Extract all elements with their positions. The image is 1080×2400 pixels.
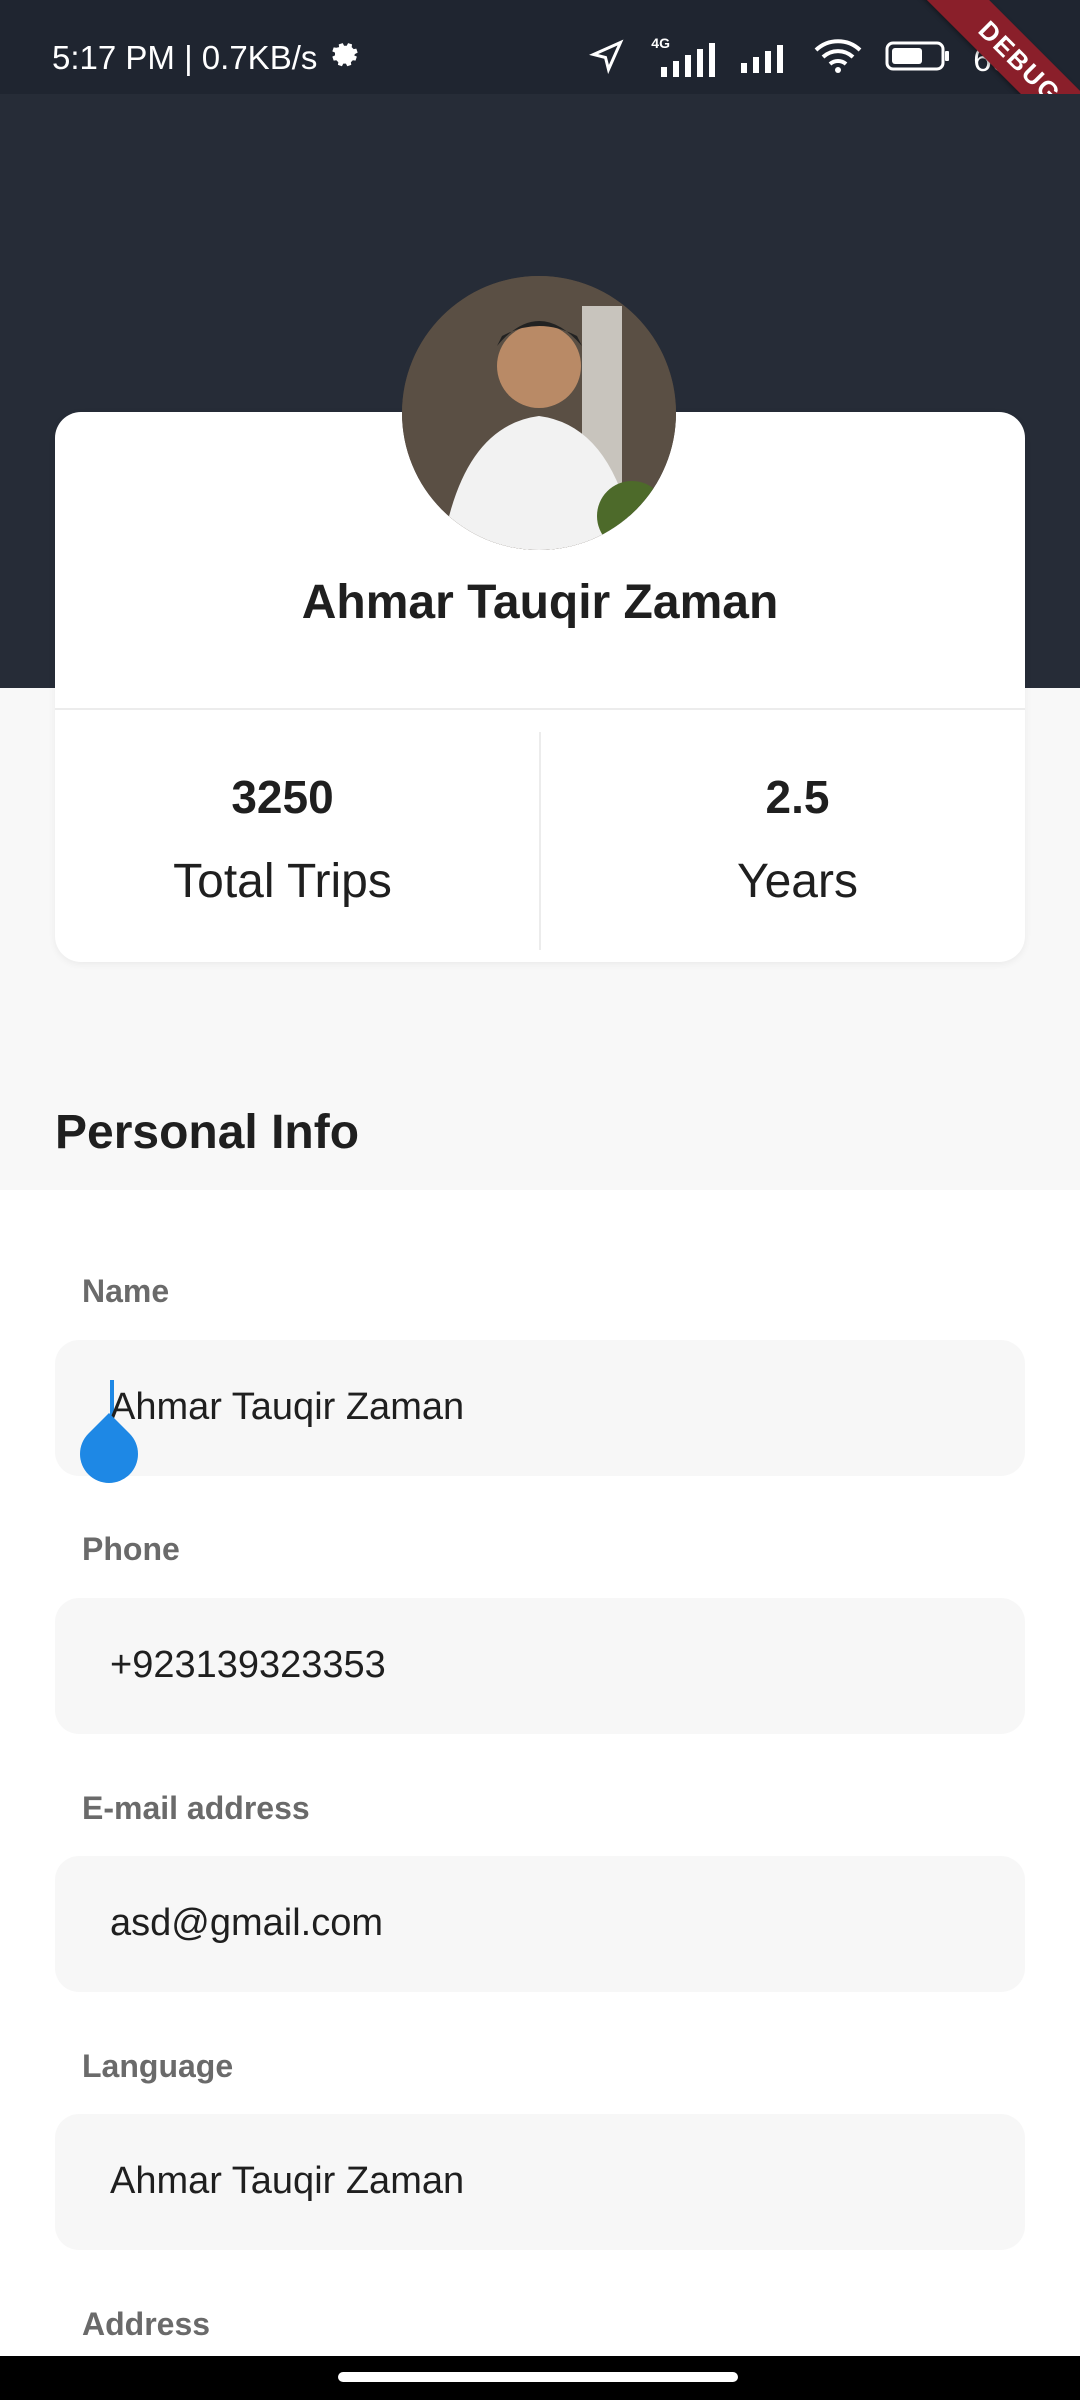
phone-value: +923139323353 [110,1644,386,1686]
name-value: Ahmar Tauqir Zaman [110,1386,465,1428]
email-label: E-mail address [82,1790,310,1826]
name-field[interactable]: Ahmar Tauqir Zaman [55,1340,1025,1476]
gear-icon [327,38,359,78]
address-label: Address [82,2306,211,2342]
language-label: Language [82,2048,234,2084]
email-value: asd@gmail.com [110,1902,383,1944]
battery-icon [885,39,951,81]
stat-years: 2.5 Years [555,770,1040,909]
network-badge: 4G [651,35,670,51]
card-divider [55,708,1025,710]
section-title: Personal Info [55,1106,360,1159]
stat-value: 2.5 [765,771,830,823]
stat-label: Years [737,855,858,908]
profile-name: Ahmar Tauqir Zaman [301,576,779,629]
signal-4g-icon: 4G [647,35,717,77]
phone-field[interactable]: +923139323353 [55,1598,1025,1734]
signal-icon [739,39,791,81]
status-time-speed: 5:17 PM | 0.7KB/s [52,39,318,76]
email-field[interactable]: asd@gmail.com [55,1856,1025,1992]
name-label: Name [82,1273,170,1309]
status-bar: 5:17 PM | 0.7KB/s 4G 60 DEBUG [0,0,1080,170]
stat-label: Total Trips [173,855,392,908]
home-indicator[interactable] [338,2372,738,2382]
stat-value: 3250 [231,771,334,823]
avatar-photo [402,276,676,550]
stat-divider [539,732,541,950]
language-value: Ahmar Tauqir Zaman [110,2160,465,2202]
language-field[interactable]: Ahmar Tauqir Zaman [55,2114,1025,2250]
phone-label: Phone [82,1531,180,1567]
status-right: 4G 60 [589,35,1010,82]
location-icon [589,38,625,82]
wifi-icon [813,38,863,82]
status-left: 5:17 PM | 0.7KB/s [52,38,359,78]
avatar[interactable] [402,276,676,550]
stat-total-trips: 3250 Total Trips [40,770,525,909]
